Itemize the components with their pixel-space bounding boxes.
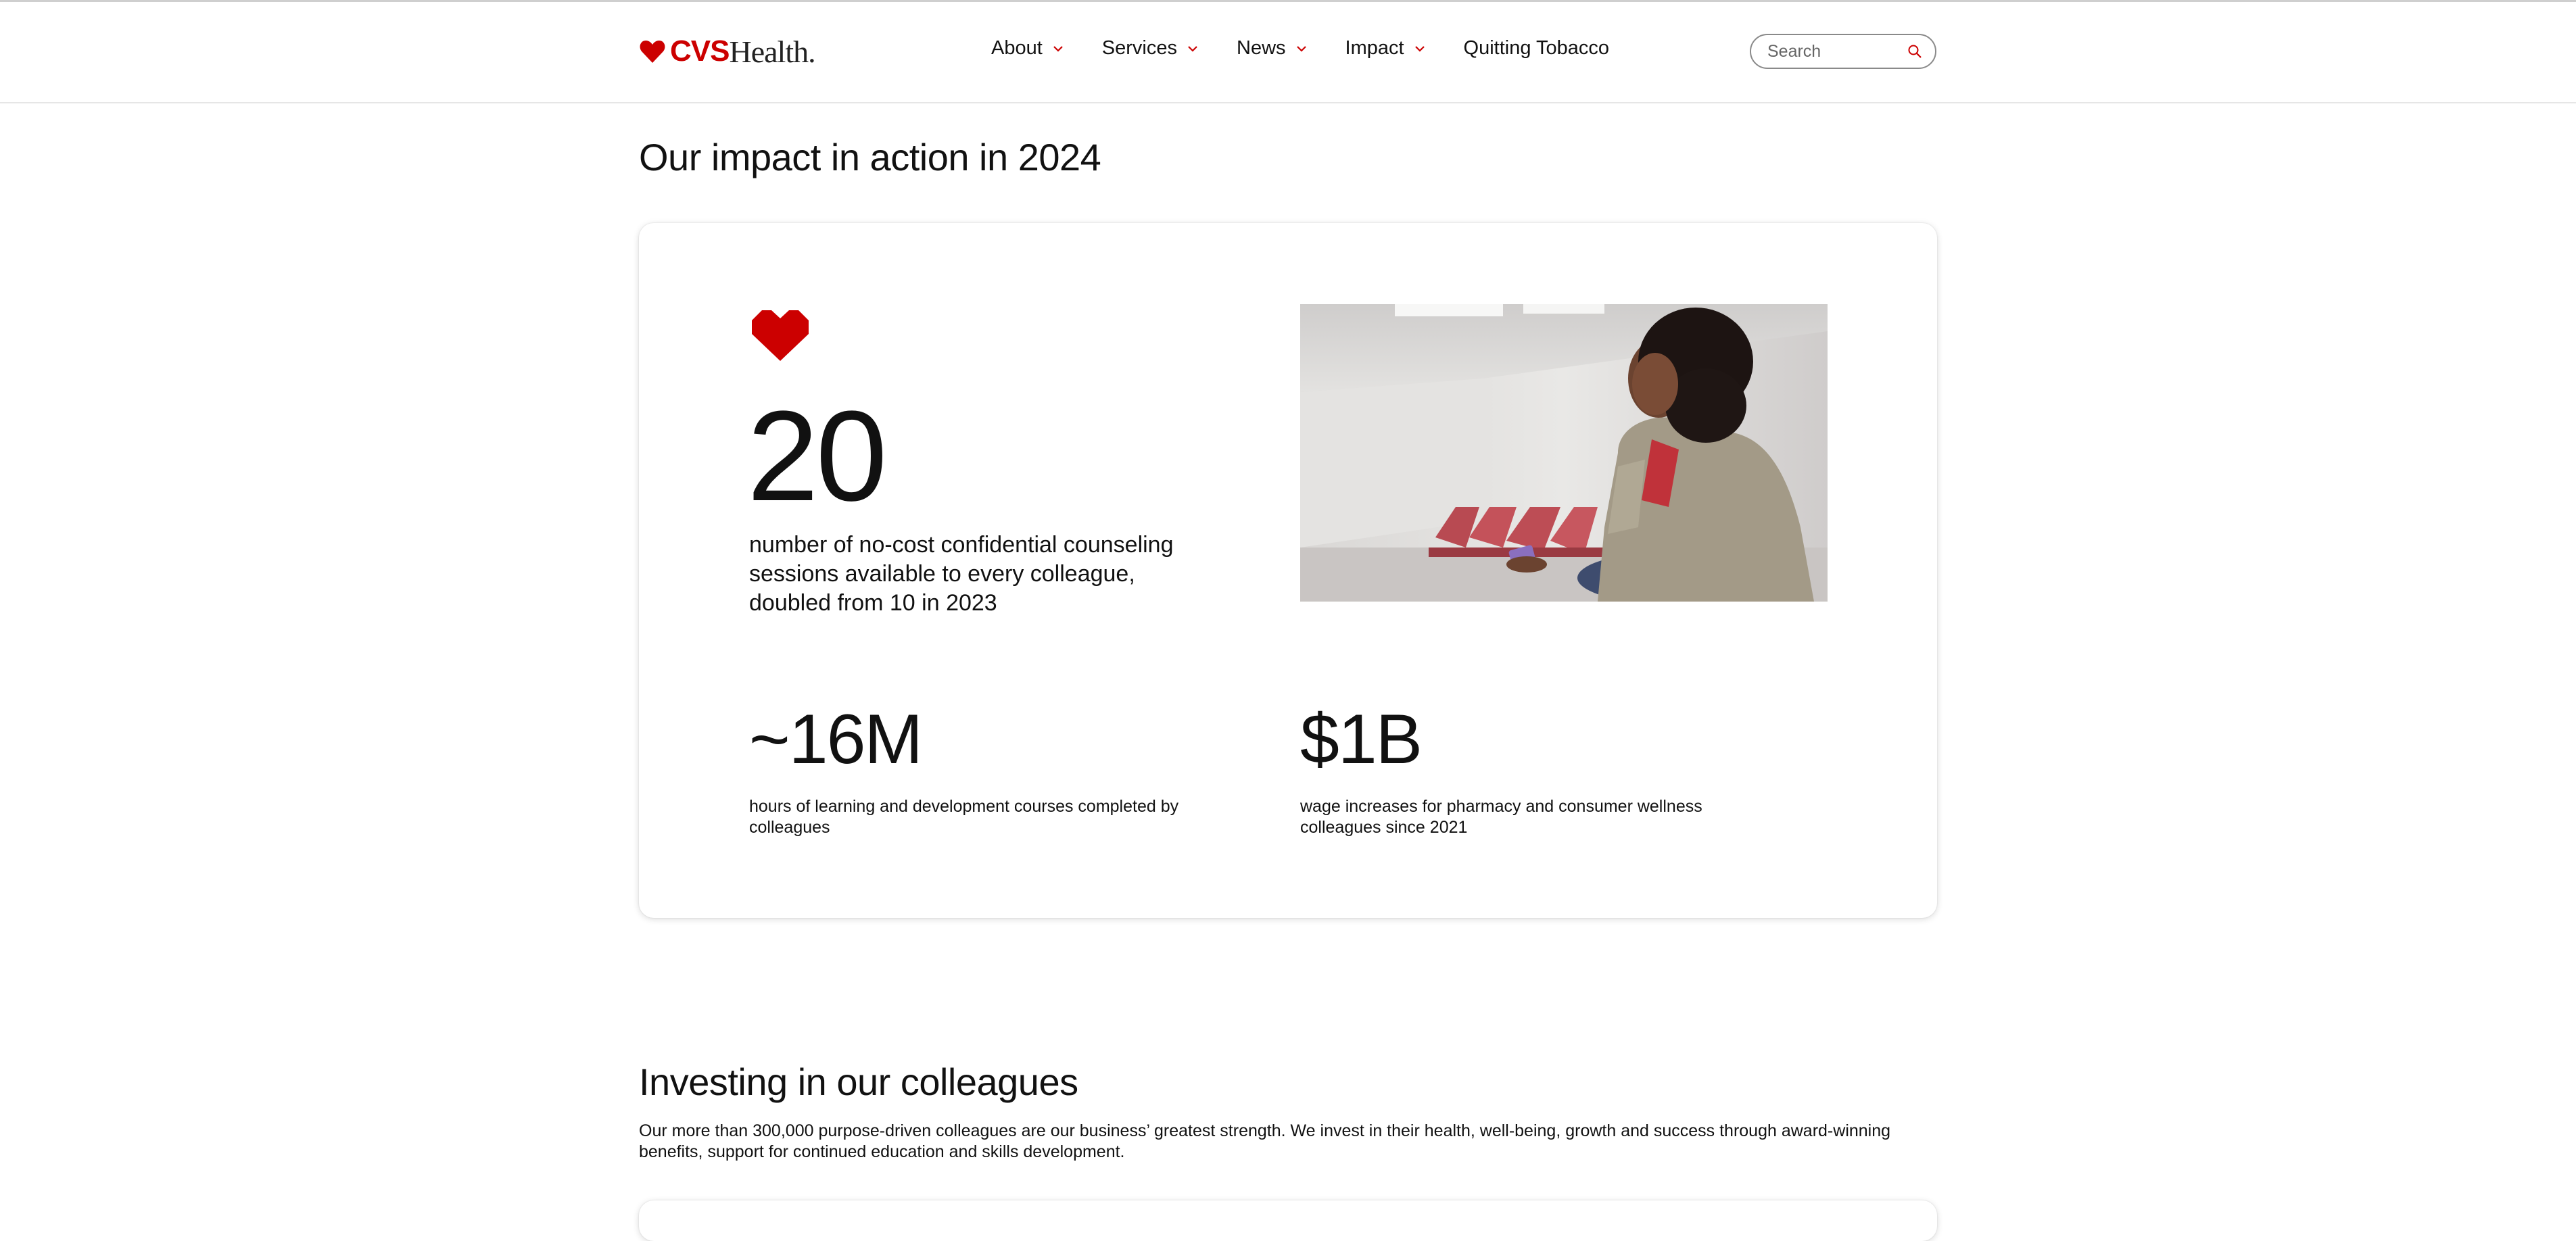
investing-body: Our more than 300,000 purpose-driven col… <box>639 1121 1891 1161</box>
stat-description: wage increases for pharmacy and consumer… <box>1300 797 1702 837</box>
stat-value: $1B <box>1300 700 1423 779</box>
nav-item-label: Impact <box>1345 37 1404 59</box>
stat-description: hours of learning and development course… <box>749 797 1179 837</box>
site-header: CVS Health. About Services News Impact Q… <box>0 2 2576 103</box>
impact-heading: Our impact in action in 2024 <box>639 136 1101 178</box>
nav-item-label: About <box>991 37 1043 59</box>
heart-icon <box>752 310 809 361</box>
nav-item-impact[interactable]: Impact <box>1345 37 1426 59</box>
main-nav: About Services News Impact Quitting Toba… <box>991 37 1609 59</box>
chevron-down-icon <box>1188 45 1197 52</box>
nav-item-label: Services <box>1101 37 1177 59</box>
woman-with-phone-photo <box>1300 304 1828 602</box>
chevron-down-icon <box>1053 45 1063 52</box>
stat-value: 20 <box>747 385 887 528</box>
impact-card: 20 number of no-cost confidential counse… <box>639 223 1937 918</box>
investing-heading: Investing in our colleagues <box>639 1061 1078 1103</box>
stat-description: number of no-cost confidential counselin… <box>749 532 1174 616</box>
investing-card <box>639 1200 1937 1241</box>
nav-item-news[interactable]: News <box>1237 37 1308 59</box>
logo-health-text: Health. <box>729 34 815 69</box>
chevron-down-icon <box>1414 45 1425 52</box>
nav-item-quitting-tobacco[interactable]: Quitting Tobacco <box>1464 37 1610 59</box>
heart-icon <box>640 41 665 63</box>
stat-value: ~16M <box>749 700 923 779</box>
search-input[interactable] <box>1766 41 1907 62</box>
nav-item-about[interactable]: About <box>991 37 1064 59</box>
nav-item-label: News <box>1237 37 1286 59</box>
nav-item-services[interactable]: Services <box>1102 37 1199 59</box>
chevron-down-icon <box>1296 45 1306 52</box>
search-icon[interactable] <box>1907 43 1923 59</box>
logo-cvs-text: CVS <box>670 34 730 68</box>
nav-item-label: Quitting Tobacco <box>1463 37 1610 59</box>
search-box <box>1750 34 1936 69</box>
cvs-health-logo[interactable]: CVS Health. <box>639 34 816 69</box>
